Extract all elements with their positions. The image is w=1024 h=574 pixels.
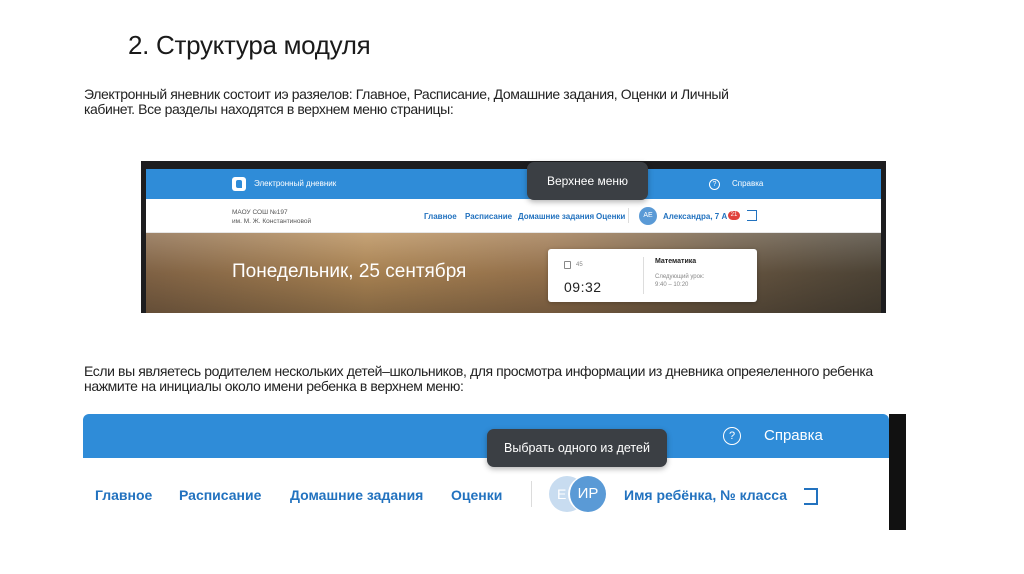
parent-instruction-paragraph: Если вы являетесь родителем нескольких д… <box>84 363 873 394</box>
tab-grades[interactable]: Оценки <box>451 487 502 503</box>
diary-screen: Электронный дневник ? Справка МАОУ СОШ №… <box>146 169 881 313</box>
help-icon[interactable]: ? <box>723 427 741 445</box>
current-time: 09:32 <box>564 279 602 295</box>
top-menu: МАОУ СОШ №197 им. М. Ж. Константиновой Г… <box>146 199 881 233</box>
timer-icon <box>564 260 571 269</box>
lesson-minutes: 45 <box>576 261 583 268</box>
app-name: Электронный дневник <box>254 179 337 188</box>
lesson-subject: Математика <box>655 258 697 265</box>
tab-grades[interactable]: Оценки <box>596 212 625 221</box>
logout-icon[interactable] <box>804 488 818 505</box>
child-name[interactable]: Александра, 7 А <box>663 212 727 221</box>
logout-icon[interactable] <box>747 210 757 221</box>
tab-schedule[interactable]: Расписание <box>179 487 261 503</box>
tab-homework[interactable]: Домашние задания <box>518 212 594 221</box>
slide-title: 2. Структура модуля <box>128 30 371 60</box>
app-header-bar: ? Справка <box>83 414 889 458</box>
child-name[interactable]: Имя ребёнка, № класса <box>624 487 787 503</box>
school-line2: им. М. Ж. Константиновой <box>232 218 312 225</box>
tab-main[interactable]: Главное <box>95 487 152 503</box>
help-link[interactable]: Справка <box>732 179 763 188</box>
intro-paragraph: Электронный яневник состоит иэ разяелов:… <box>84 86 729 117</box>
help-icon[interactable]: ? <box>709 179 720 190</box>
help-link[interactable]: Справка <box>764 427 823 444</box>
diary-screenshot-top-menu: Электронный дневник ? Справка МАОУ СОШ №… <box>141 161 886 313</box>
tab-homework[interactable]: Домашние задания <box>290 487 423 503</box>
hero-date: Понедельник, 25 сентября <box>232 261 467 282</box>
notification-badge[interactable]: 21 <box>728 211 740 220</box>
app-header-bar: Электронный дневник ? Справка <box>146 169 881 199</box>
tab-main[interactable]: Главное <box>424 212 457 221</box>
next-lesson-label: Следующий урок: <box>655 274 705 280</box>
tab-schedule[interactable]: Расписание <box>465 212 512 221</box>
hero-banner: Понедельник, 25 сентября 45 09:32 Матема… <box>146 233 881 313</box>
child-avatar[interactable]: ИР <box>570 476 606 512</box>
current-lesson-card[interactable]: 45 09:32 Математика Следующий урок: 9:40… <box>548 249 757 302</box>
top-menu-tooltip: Верхнее меню <box>527 162 648 200</box>
lesson-timer: 45 09:32 <box>564 256 602 295</box>
card-divider <box>643 257 644 294</box>
school-line1: МАОУ СОШ №197 <box>232 209 288 216</box>
next-lesson-time: 9:40 – 10:20 <box>655 282 689 288</box>
device-bezel <box>889 414 906 530</box>
menu-divider <box>628 208 629 223</box>
choose-child-tooltip: Выбрать одного из детей <box>487 429 667 467</box>
school-name: МАОУ СОШ №197 им. М. Ж. Константиновой <box>232 208 311 226</box>
app-logo-icon[interactable] <box>232 177 246 191</box>
menu-divider <box>531 481 532 507</box>
child-avatar[interactable]: АЕ <box>639 207 657 225</box>
